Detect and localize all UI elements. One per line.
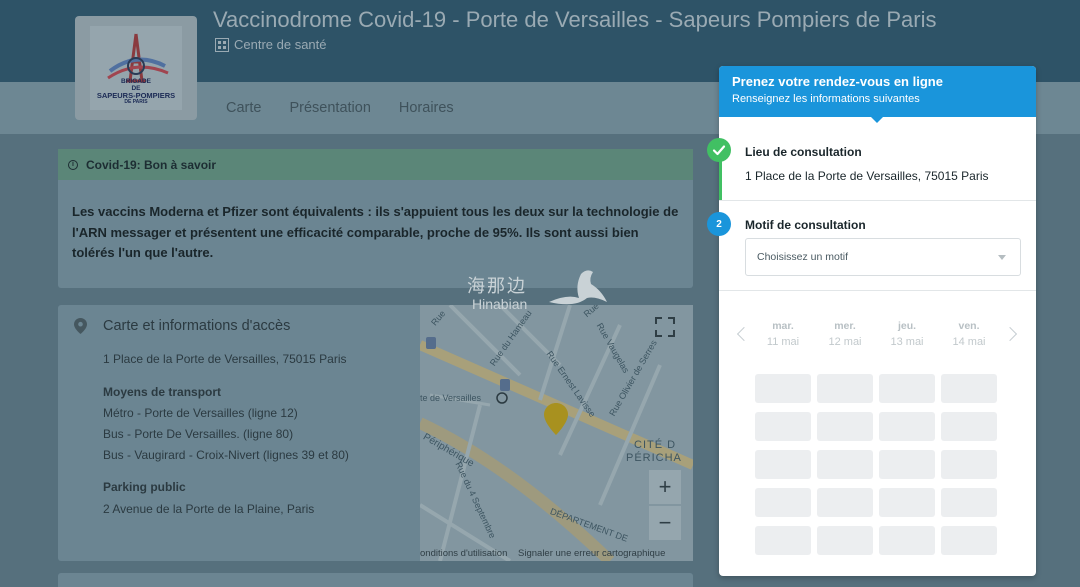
logo-image: BRIGADE DE SAPEURS-POMPIERS DE PARIS bbox=[90, 26, 182, 110]
step-lieu-value[interactable]: 1 Place de la Porte de Versailles, 75015… bbox=[745, 169, 988, 183]
bus-stop-icon bbox=[500, 379, 510, 391]
divider bbox=[719, 200, 1036, 201]
center-type: Centre de santé bbox=[234, 37, 327, 52]
time-slot-placeholder bbox=[755, 526, 811, 555]
next-card bbox=[58, 573, 693, 587]
fullscreen-icon bbox=[655, 317, 675, 337]
map-footer: onditions d'utilisation Signaler une err… bbox=[420, 548, 693, 561]
time-slot-placeholder bbox=[941, 488, 997, 517]
time-slot-placeholder bbox=[755, 450, 811, 479]
calendar-prev-button[interactable] bbox=[736, 326, 752, 342]
step-motif-label: Motif de consultation bbox=[745, 218, 866, 232]
nav-item-horaires[interactable]: Horaires bbox=[399, 100, 454, 116]
watermark: 海那边 Hinabian bbox=[467, 270, 617, 317]
check-icon bbox=[712, 145, 726, 156]
transport-line: Métro - Porte de Versailles (ligne 12) bbox=[103, 406, 298, 420]
map-label: PÉRICHA bbox=[626, 452, 682, 464]
motif-select-value: Choisissez un motif bbox=[757, 251, 849, 263]
chevron-down-icon bbox=[998, 255, 1006, 260]
step-lieu-label: Lieu de consultation bbox=[745, 145, 862, 159]
booking-subtitle: Renseignez les informations suivantes bbox=[732, 93, 920, 105]
bus-stop-icon bbox=[426, 337, 436, 349]
booking-title: Prenez votre rendez-vous en ligne bbox=[732, 74, 943, 89]
watermark-en: Hinabian bbox=[472, 296, 528, 312]
time-slot-placeholder bbox=[879, 488, 935, 517]
map-label: te de Versailles bbox=[420, 393, 482, 403]
step-complete-badge bbox=[707, 138, 731, 162]
map[interactable]: te de Versailles Rue du Hameau Rue Vauge… bbox=[420, 305, 693, 561]
page-title: Vaccinodrome Covid-19 - Porte de Versail… bbox=[213, 7, 937, 32]
map-report-link[interactable]: Signaler une erreur cartographique bbox=[518, 548, 665, 559]
nav-item-carte[interactable]: Carte bbox=[226, 100, 261, 116]
calendar-day: mar. 11 mai bbox=[766, 320, 800, 348]
building-icon bbox=[215, 37, 229, 52]
time-slot-placeholder bbox=[879, 412, 935, 441]
time-slot-placeholder bbox=[817, 526, 873, 555]
time-slot-placeholder bbox=[817, 488, 873, 517]
fullscreen-button[interactable] bbox=[653, 315, 677, 339]
time-slot-placeholder bbox=[941, 374, 997, 403]
access-address: 1 Place de la Porte de Versailles, 75015… bbox=[103, 352, 347, 366]
covid-info-text: Les vaccins Moderna et Pfizer sont équiv… bbox=[72, 204, 679, 260]
calendar-day: ven. 14 mai bbox=[952, 320, 986, 348]
watermark-cn: 海那边 bbox=[467, 276, 527, 296]
metro-icon bbox=[496, 392, 508, 404]
logo-caption: BRIGADE DE SAPEURS-POMPIERS DE PARIS bbox=[96, 78, 176, 105]
calendar-next-button[interactable] bbox=[1002, 326, 1018, 342]
time-slot-placeholder bbox=[941, 526, 997, 555]
time-slot-placeholder bbox=[755, 374, 811, 403]
covid-info-heading: Covid-19: Bon à savoir bbox=[86, 157, 217, 172]
info-icon: i bbox=[68, 159, 78, 170]
zoom-out-button[interactable]: − bbox=[649, 506, 681, 540]
parking-heading: Parking public bbox=[103, 480, 186, 494]
zoom-in-button[interactable]: + bbox=[649, 470, 681, 504]
time-slot-placeholder bbox=[879, 374, 935, 403]
time-slot-placeholder bbox=[817, 412, 873, 441]
time-slot-placeholder bbox=[817, 450, 873, 479]
step-number-badge: 2 bbox=[707, 212, 731, 236]
page-subtitle: Centre de santé bbox=[215, 37, 327, 52]
motif-select[interactable]: Choisissez un motif bbox=[745, 238, 1021, 276]
parking-address: 2 Avenue de la Porte de la Plaine, Paris bbox=[103, 502, 315, 516]
logo: BRIGADE DE SAPEURS-POMPIERS DE PARIS bbox=[75, 16, 197, 120]
map-label: CITÉ D bbox=[634, 439, 677, 451]
time-slot-placeholder bbox=[941, 412, 997, 441]
calendar-day: jeu. 13 mai bbox=[890, 320, 924, 348]
transport-line: Bus - Porte De Versailles. (ligne 80) bbox=[103, 427, 294, 441]
time-slot-placeholder bbox=[879, 450, 935, 479]
time-slot-placeholder bbox=[755, 412, 811, 441]
time-slot-placeholder bbox=[817, 374, 873, 403]
time-slot-placeholder bbox=[879, 526, 935, 555]
transport-line: Bus - Vaugirard - Croix-Nivert (lignes 3… bbox=[103, 448, 349, 462]
booking-header: Prenez votre rendez-vous en ligne Rensei… bbox=[719, 66, 1036, 123]
time-slot-placeholder bbox=[755, 488, 811, 517]
map-marker-icon[interactable] bbox=[544, 403, 568, 435]
covid-info-header: i Covid-19: Bon à savoir bbox=[58, 149, 693, 180]
access-title: Carte et informations d'accès bbox=[103, 318, 291, 334]
transport-heading: Moyens de transport bbox=[103, 385, 222, 399]
page-nav: Carte Présentation Horaires bbox=[226, 100, 454, 116]
map-terms-link[interactable]: onditions d'utilisation bbox=[420, 548, 507, 559]
calendar-day: mer. 12 mai bbox=[828, 320, 862, 348]
booking-panel: Prenez votre rendez-vous en ligne Rensei… bbox=[707, 66, 1036, 576]
nav-item-presentation[interactable]: Présentation bbox=[289, 100, 370, 116]
location-pin-icon bbox=[74, 318, 87, 334]
time-slot-placeholder bbox=[941, 450, 997, 479]
divider bbox=[719, 290, 1036, 291]
watermark-logo-icon bbox=[549, 270, 607, 305]
